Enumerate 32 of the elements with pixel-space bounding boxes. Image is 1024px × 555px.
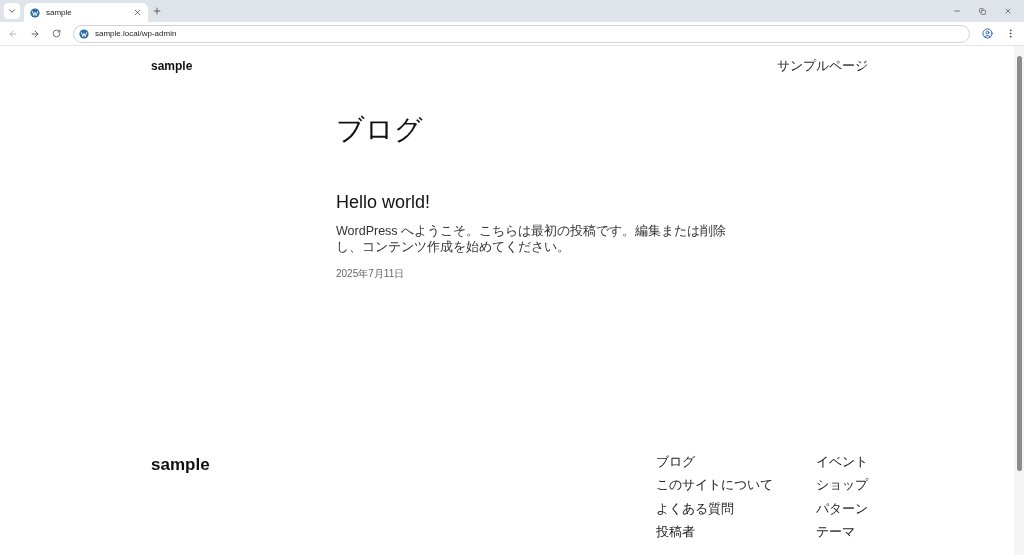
caret-icon bbox=[7, 6, 17, 16]
url-text: sample.local/wp-admin bbox=[95, 29, 177, 38]
site-title[interactable]: sample bbox=[151, 59, 193, 73]
footer-link[interactable]: ブログ bbox=[656, 454, 816, 469]
footer-link[interactable]: 投稿者 bbox=[656, 525, 816, 539]
page-title: ブログ bbox=[336, 113, 424, 147]
tab-title: sample bbox=[46, 8, 73, 17]
footer-link[interactable]: ショップ bbox=[816, 478, 868, 492]
footer-link[interactable]: このサイトについて bbox=[656, 478, 816, 492]
close-icon[interactable] bbox=[133, 8, 142, 17]
restore-icon[interactable] bbox=[979, 7, 986, 15]
post-excerpt: WordPress へようこそ。こちらは最初の投稿です。編集または削除し、コンテンツ作成を始めてください。 bbox=[336, 223, 728, 255]
footer-link[interactable]: パターン bbox=[816, 501, 868, 516]
footer-site-title[interactable]: sample bbox=[151, 454, 210, 475]
wordpress-icon bbox=[79, 28, 89, 39]
back-icon[interactable] bbox=[8, 28, 18, 39]
reload-icon[interactable] bbox=[52, 29, 61, 38]
scrollbar-thumb[interactable] bbox=[1016, 56, 1022, 471]
profile-icon[interactable] bbox=[982, 28, 993, 39]
nav-link[interactable]: サンプルページ bbox=[777, 57, 868, 75]
forward-icon[interactable] bbox=[30, 28, 40, 39]
footer-link[interactable]: よくある質問 bbox=[656, 501, 816, 516]
wordpress-icon bbox=[30, 7, 40, 18]
post-title[interactable]: Hello world! bbox=[336, 192, 746, 213]
minimize-icon[interactable] bbox=[953, 7, 961, 15]
browser-tab[interactable]: sample bbox=[24, 3, 148, 22]
new-tab-icon[interactable] bbox=[152, 6, 162, 16]
footer-link[interactable]: テーマ bbox=[816, 525, 868, 539]
post-date: 2025年7月11日 bbox=[336, 267, 406, 281]
close-icon[interactable] bbox=[1004, 7, 1012, 15]
tab-list-button[interactable] bbox=[4, 3, 20, 19]
footer-link[interactable]: イベント bbox=[816, 454, 868, 469]
